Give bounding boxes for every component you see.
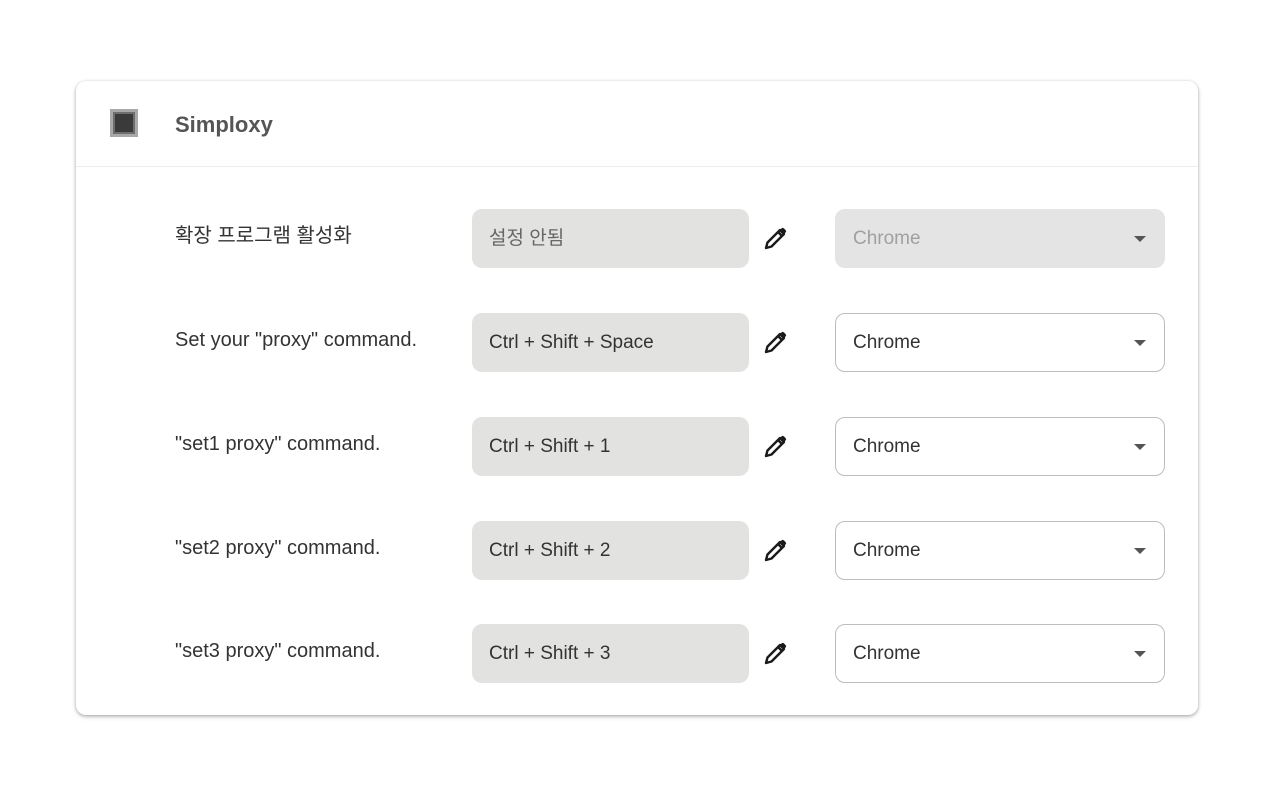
scope-select[interactable]: Chrome	[835, 313, 1165, 372]
card-header: Simploxy	[76, 81, 1198, 167]
scope-select-value: Chrome	[853, 540, 921, 561]
pencil-icon-graphic	[760, 328, 790, 358]
scope-select[interactable]: Chrome	[835, 624, 1165, 683]
pencil-icon-graphic	[760, 224, 790, 254]
shortcut-row: "set2 proxy" command. Ctrl + Shift + 2 C…	[76, 521, 1198, 581]
command-label: 확장 프로그램 활성화	[175, 223, 352, 249]
scope-select[interactable]: Chrome	[835, 521, 1165, 580]
caret-down-icon	[1134, 236, 1146, 242]
shortcut-input[interactable]: Ctrl + Shift + 1	[472, 417, 749, 476]
scope-select-value: Chrome	[853, 228, 921, 249]
shortcut-row: Set your "proxy" command. Ctrl + Shift +…	[76, 313, 1198, 373]
pencil-icon[interactable]	[760, 328, 790, 358]
pencil-icon[interactable]	[760, 432, 790, 462]
shortcut-row: 확장 프로그램 활성화 설정 안됨 Chrome	[76, 209, 1198, 269]
pencil-icon[interactable]	[760, 224, 790, 254]
pencil-icon[interactable]	[760, 536, 790, 566]
app-icon	[110, 109, 138, 137]
scope-select-value: Chrome	[853, 436, 921, 457]
caret-down-icon	[1134, 548, 1146, 554]
pencil-icon-graphic	[760, 536, 790, 566]
shortcut-input[interactable]: 설정 안됨	[472, 209, 749, 268]
scope-select[interactable]: Chrome	[835, 417, 1165, 476]
scope-select-value: Chrome	[853, 643, 921, 664]
pencil-icon[interactable]	[760, 639, 790, 669]
pencil-icon-graphic	[760, 639, 790, 669]
extension-shortcuts-card: Simploxy 확장 프로그램 활성화 설정 안됨 Chrome Set yo…	[76, 81, 1198, 715]
shortcut-input[interactable]: Ctrl + Shift + 2	[472, 521, 749, 580]
app-icon-core	[115, 114, 133, 132]
caret-down-icon	[1134, 651, 1146, 657]
shortcut-row: "set3 proxy" command. Ctrl + Shift + 3 C…	[76, 624, 1198, 684]
command-label: Set your "proxy" command.	[175, 327, 417, 353]
caret-down-icon	[1134, 444, 1146, 450]
command-label: "set1 proxy" command.	[175, 431, 380, 457]
pencil-icon-graphic	[760, 432, 790, 462]
app-icon-frame	[113, 112, 135, 134]
scope-select: Chrome	[835, 209, 1165, 268]
shortcut-input[interactable]: Ctrl + Shift + 3	[472, 624, 749, 683]
shortcut-input[interactable]: Ctrl + Shift + Space	[472, 313, 749, 372]
caret-down-icon	[1134, 340, 1146, 346]
command-label: "set2 proxy" command.	[175, 535, 380, 561]
scope-select-value: Chrome	[853, 332, 921, 353]
shortcut-row: "set1 proxy" command. Ctrl + Shift + 1 C…	[76, 417, 1198, 477]
extension-name: Simploxy	[175, 112, 273, 138]
command-label: "set3 proxy" command.	[175, 638, 380, 664]
